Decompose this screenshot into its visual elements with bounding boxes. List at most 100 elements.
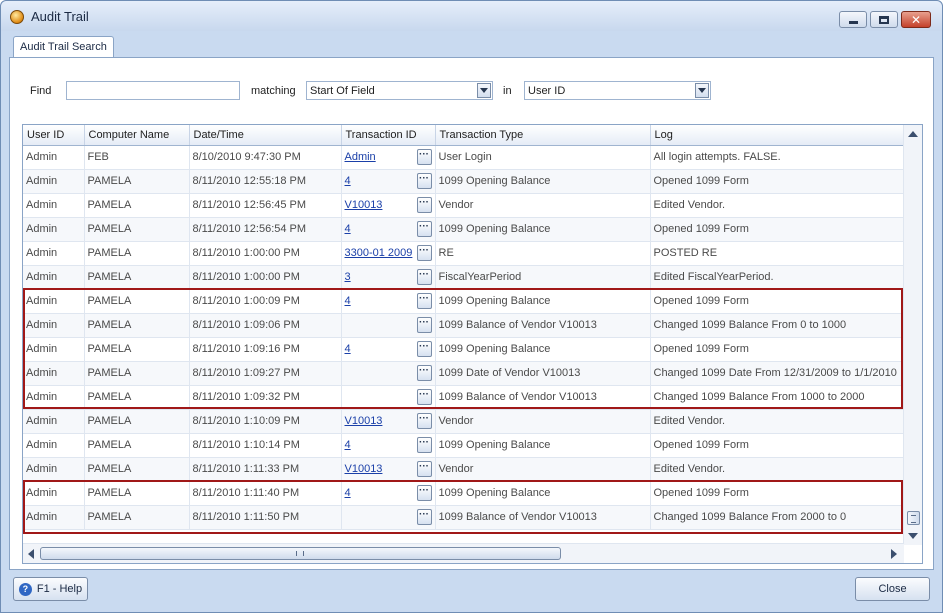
column-header-log[interactable]: Log bbox=[650, 125, 904, 146]
table-row[interactable]: Admin PAMELA 8/11/2010 1:10:14 PM 4 ··· 1099 … bbox=[23, 433, 904, 458]
window-title: Audit Trail bbox=[31, 9, 89, 24]
table-row[interactable]: Admin PAMELA 8/11/2010 1:10:09 PM V10013 ···… bbox=[23, 409, 904, 434]
ellipsis-button[interactable]: ··· bbox=[416, 340, 432, 357]
table-row[interactable]: Admin PAMELA 8/11/2010 1:00:09 PM 4 ··· 1099 … bbox=[23, 289, 904, 314]
vertical-scroll-thumb[interactable] bbox=[907, 511, 920, 525]
computer-name-cell: PAMELA bbox=[84, 289, 190, 314]
transaction-id-cell: V10013 ··· bbox=[341, 457, 436, 482]
table-row[interactable]: Admin PAMELA 8/11/2010 1:09:27 PM ··· 1099 D… bbox=[23, 361, 904, 386]
minimize-button[interactable] bbox=[839, 11, 867, 28]
vertical-scrollbar[interactable] bbox=[903, 125, 922, 545]
transaction-id-cell: ··· bbox=[341, 505, 436, 530]
ellipsis-button[interactable]: ··· bbox=[416, 316, 432, 333]
scroll-right-icon[interactable] bbox=[891, 549, 897, 559]
transaction-id-link[interactable]: 3300-01 2009 bbox=[345, 247, 413, 259]
column-header-user-id[interactable]: User ID bbox=[23, 125, 85, 146]
find-input[interactable] bbox=[66, 81, 240, 100]
in-field-dropdown[interactable]: User ID bbox=[524, 81, 711, 100]
table-row[interactable]: Admin PAMELA 8/11/2010 1:09:16 PM 4 ··· 1099 … bbox=[23, 337, 904, 362]
date-time-cell: 8/11/2010 1:09:06 PM bbox=[189, 313, 342, 338]
table-row[interactable]: Admin PAMELA 8/11/2010 1:00:00 PM 3 ··· Fisca… bbox=[23, 265, 904, 290]
ellipsis-button[interactable]: ··· bbox=[416, 148, 432, 165]
horizontal-scrollbar[interactable] bbox=[23, 543, 904, 563]
scroll-up-icon[interactable] bbox=[908, 131, 918, 137]
scroll-left-icon[interactable] bbox=[28, 549, 34, 559]
table-row[interactable]: Admin PAMELA 8/11/2010 1:09:06 PM ··· 1099 B… bbox=[23, 313, 904, 338]
user-id-cell: Admin bbox=[23, 433, 85, 458]
title-bar[interactable]: Audit Trail ✕ bbox=[1, 1, 942, 31]
help-button-label: F1 - Help bbox=[36, 583, 83, 595]
column-header-transaction-type[interactable]: Transaction Type bbox=[435, 125, 651, 146]
transaction-id-link[interactable]: V10013 bbox=[345, 463, 383, 475]
transaction-id-link[interactable]: 4 bbox=[345, 343, 351, 355]
transaction-id-cell: 3300-01 2009 ··· bbox=[341, 241, 436, 266]
table-row[interactable]: Admin PAMELA 8/11/2010 1:00:00 PM 3300-01 2… bbox=[23, 241, 904, 266]
transaction-type-cell: 1099 Opening Balance bbox=[435, 481, 651, 506]
table-row[interactable]: Admin PAMELA 8/11/2010 12:56:45 PM V10013 ··… bbox=[23, 193, 904, 218]
computer-name-cell: PAMELA bbox=[84, 241, 190, 266]
ellipsis-button[interactable]: ··· bbox=[416, 268, 432, 285]
column-header-transaction-id[interactable]: Transaction ID bbox=[341, 125, 436, 146]
ellipsis-button[interactable]: ··· bbox=[416, 172, 432, 189]
ellipsis-button[interactable]: ··· bbox=[416, 484, 432, 501]
date-time-cell: 8/11/2010 1:10:14 PM bbox=[189, 433, 342, 458]
computer-name-cell: PAMELA bbox=[84, 433, 190, 458]
transaction-id-cell: V10013 ··· bbox=[341, 193, 436, 218]
log-cell: Changed 1099 Balance From 2000 to 0 bbox=[650, 505, 904, 530]
table-row[interactable]: Admin PAMELA 8/11/2010 1:11:33 PM V10013 ···… bbox=[23, 457, 904, 482]
table-row[interactable]: Admin PAMELA 8/11/2010 12:56:54 PM 4 ··· 1099… bbox=[23, 217, 904, 242]
tab-audit-trail-search[interactable]: Audit Trail Search bbox=[13, 36, 114, 58]
transaction-id-link[interactable]: 4 bbox=[345, 439, 351, 451]
find-bar: Find matching Start Of Field in User ID bbox=[10, 58, 933, 118]
date-time-cell: 8/11/2010 1:09:32 PM bbox=[189, 385, 342, 410]
ellipsis-button[interactable]: ··· bbox=[416, 220, 432, 237]
transaction-id-link[interactable]: 4 bbox=[345, 487, 351, 499]
header-row: User ID Computer Name Date/Time Transact… bbox=[23, 125, 904, 146]
app-icon[interactable] bbox=[10, 10, 24, 24]
table-row[interactable]: Admin PAMELA 8/11/2010 12:55:18 PM 4 ··· 1099… bbox=[23, 169, 904, 194]
transaction-id-link[interactable]: Admin bbox=[345, 151, 376, 163]
scroll-down-icon[interactable] bbox=[908, 533, 918, 539]
ellipsis-button[interactable]: ··· bbox=[416, 508, 432, 525]
transaction-id-link[interactable]: V10013 bbox=[345, 199, 383, 211]
column-header-date-time[interactable]: Date/Time bbox=[189, 125, 342, 146]
user-id-cell: Admin bbox=[23, 409, 85, 434]
log-cell: Opened 1099 Form bbox=[650, 169, 904, 194]
close-button[interactable]: Close bbox=[855, 577, 930, 601]
transaction-type-cell: RE bbox=[435, 241, 651, 266]
chevron-down-icon[interactable] bbox=[695, 83, 709, 98]
ellipsis-button[interactable]: ··· bbox=[416, 436, 432, 453]
ellipsis-button[interactable]: ··· bbox=[416, 388, 432, 405]
computer-name-cell: PAMELA bbox=[84, 265, 190, 290]
ellipsis-button[interactable]: ··· bbox=[416, 364, 432, 381]
chevron-down-icon[interactable] bbox=[477, 83, 491, 98]
transaction-type-cell: 1099 Balance of Vendor V10013 bbox=[435, 385, 651, 410]
horizontal-scroll-thumb[interactable] bbox=[40, 547, 561, 560]
column-header-computer-name[interactable]: Computer Name bbox=[84, 125, 190, 146]
table-row[interactable]: Admin FEB 8/10/2010 9:47:30 PM Admin ··· User… bbox=[23, 145, 904, 170]
ellipsis-button[interactable]: ··· bbox=[416, 292, 432, 309]
ellipsis-button[interactable]: ··· bbox=[416, 196, 432, 213]
ellipsis-button[interactable]: ··· bbox=[416, 244, 432, 261]
maximize-button[interactable] bbox=[870, 11, 898, 28]
transaction-id-link[interactable]: 4 bbox=[345, 223, 351, 235]
table-row[interactable]: Admin PAMELA 8/11/2010 1:11:40 PM 4 ··· 1099 … bbox=[23, 481, 904, 506]
user-id-cell: Admin bbox=[23, 505, 85, 530]
help-button[interactable]: ? F1 - Help bbox=[13, 577, 88, 601]
table-row[interactable]: Admin PAMELA 8/11/2010 1:11:50 PM ··· 1099 B… bbox=[23, 505, 904, 530]
ellipsis-button[interactable]: ··· bbox=[416, 412, 432, 429]
date-time-cell: 8/11/2010 1:11:50 PM bbox=[189, 505, 342, 530]
table-row[interactable]: Admin PAMELA 8/11/2010 1:09:32 PM ··· 1099 B… bbox=[23, 385, 904, 410]
ellipsis-button[interactable]: ··· bbox=[416, 460, 432, 477]
transaction-type-cell: 1099 Opening Balance bbox=[435, 289, 651, 314]
date-time-cell: 8/11/2010 1:10:09 PM bbox=[189, 409, 342, 434]
close-window-button[interactable]: ✕ bbox=[901, 11, 931, 28]
transaction-id-link[interactable]: 4 bbox=[345, 295, 351, 307]
transaction-id-link[interactable]: 3 bbox=[345, 271, 351, 283]
transaction-id-link[interactable]: V10013 bbox=[345, 415, 383, 427]
transaction-id-link[interactable]: 4 bbox=[345, 175, 351, 187]
computer-name-cell: PAMELA bbox=[84, 385, 190, 410]
log-cell: Edited Vendor. bbox=[650, 409, 904, 434]
audit-grid: User ID Computer Name Date/Time Transact… bbox=[22, 124, 923, 564]
matching-dropdown[interactable]: Start Of Field bbox=[306, 81, 493, 100]
